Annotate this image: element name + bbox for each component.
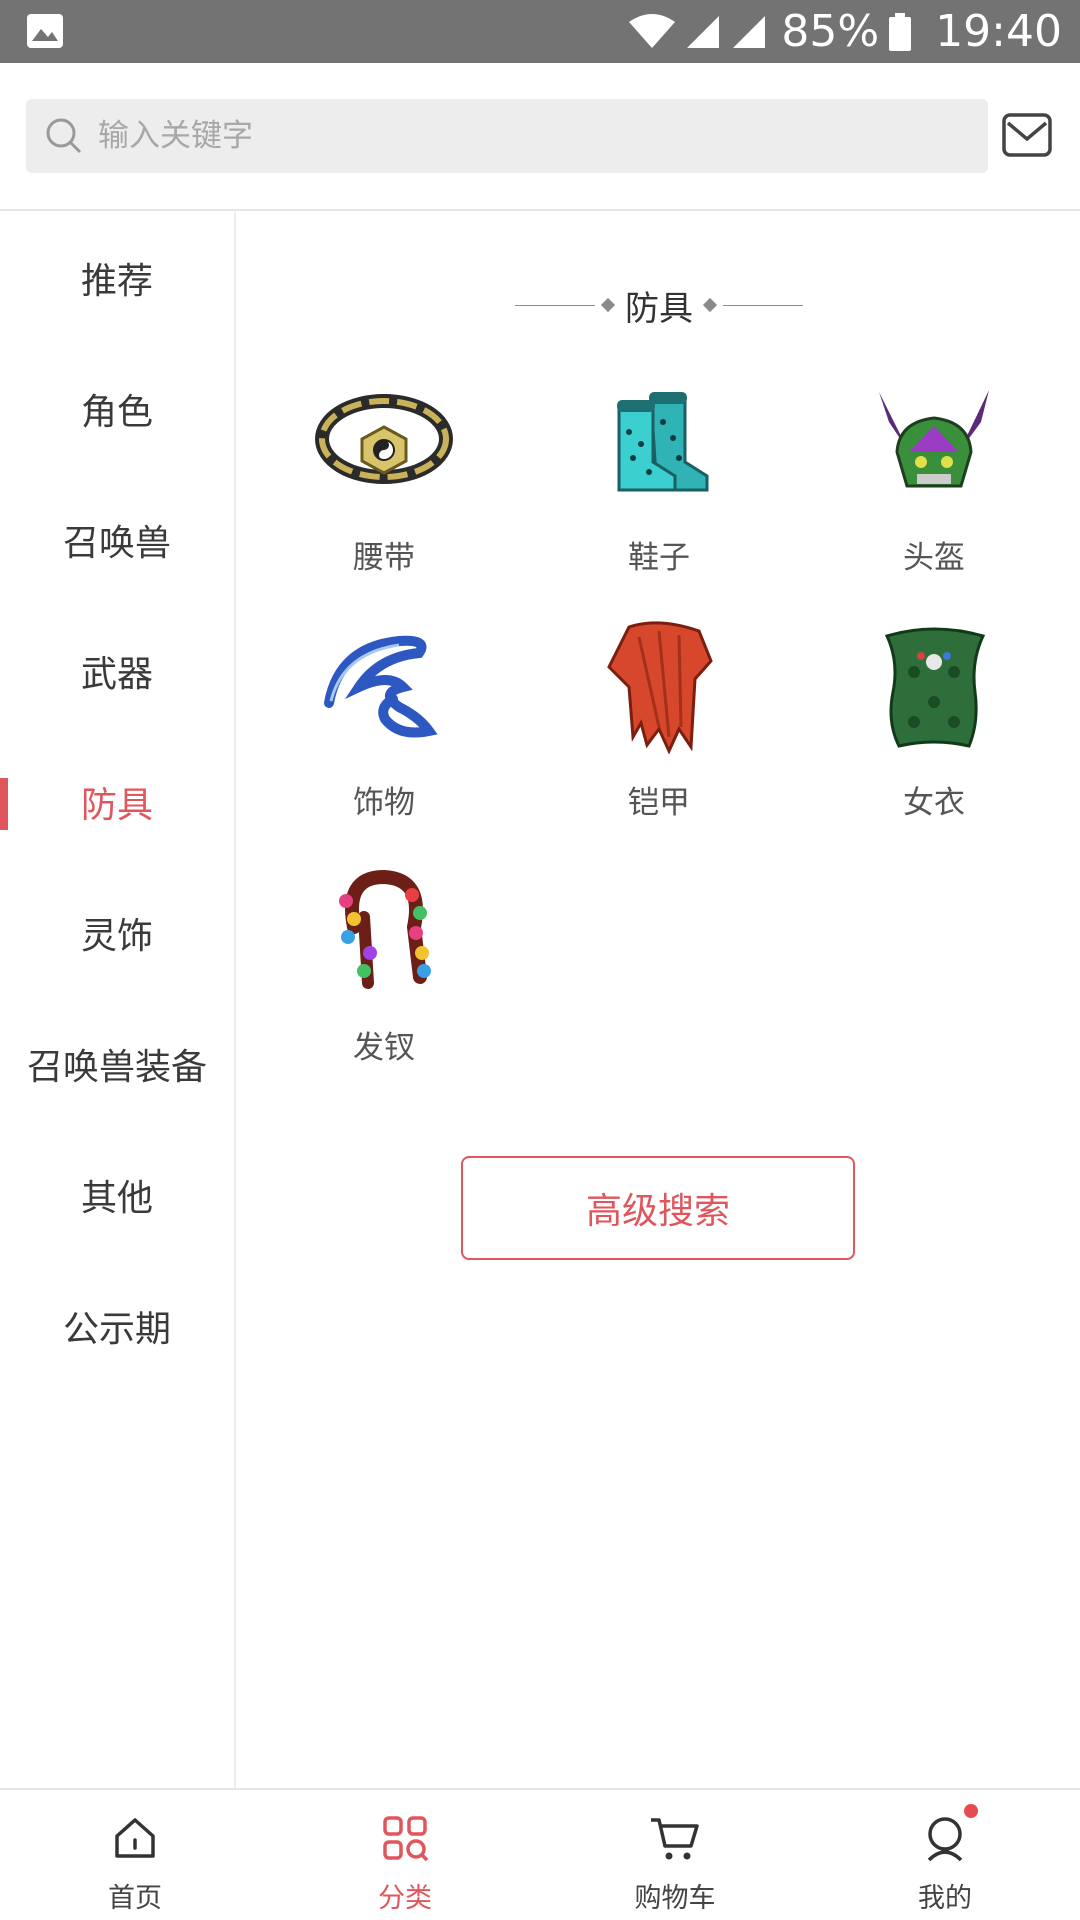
tab-profile[interactable]: 我的	[810, 1790, 1080, 1920]
subcategory-ornament[interactable]: 饰物	[252, 617, 516, 847]
profile-icon	[919, 1812, 971, 1864]
sidebar-item-spirit-ornament[interactable]: 灵饰	[0, 867, 234, 998]
header	[0, 63, 1080, 211]
subcategory-label: 腰带	[353, 540, 415, 576]
tab-category[interactable]: 分类	[270, 1790, 540, 1920]
subcategory-label: 鞋子	[628, 540, 690, 576]
hairpin-icon	[314, 862, 454, 1002]
tab-label: 我的	[918, 1883, 972, 1914]
search-input[interactable]	[98, 118, 958, 154]
subcategory-female-robe[interactable]: 女衣	[802, 617, 1066, 847]
subcategory-armor[interactable]: 铠甲	[527, 617, 791, 847]
signal-icon	[731, 14, 767, 50]
tab-label: 购物车	[634, 1883, 716, 1914]
female-robe-icon	[864, 617, 1004, 757]
subcategory-label: 发钗	[353, 1030, 415, 1066]
tab-home[interactable]: 首页	[0, 1790, 270, 1920]
divider	[723, 304, 803, 306]
subcategory-label: 头盔	[903, 540, 965, 576]
boots-icon	[589, 372, 729, 512]
sidebar-item-character[interactable]: 角色	[0, 343, 234, 474]
section-title: 防具	[238, 282, 1080, 329]
sidebar-item-summon-equipment[interactable]: 召唤兽装备	[0, 998, 234, 1129]
bottom-tab-bar: 首页 分类 购物车 我的	[0, 1788, 1080, 1920]
wifi-icon	[629, 13, 676, 50]
subcategory-label: 铠甲	[628, 785, 690, 821]
battery-percentage: 85%	[781, 6, 880, 57]
status-bar: 85% 19:40	[0, 0, 1080, 63]
search-icon	[44, 116, 84, 156]
sidebar-item-weapon[interactable]: 武器	[0, 605, 234, 736]
search-bar[interactable]	[26, 99, 988, 173]
ornament-icon	[314, 617, 454, 757]
category-sidebar: 推荐 角色 召唤兽 武器 防具 灵饰 召唤兽装备 其他 公示期	[0, 212, 236, 1788]
belt-icon	[314, 372, 454, 512]
battery-icon	[889, 12, 912, 51]
helmet-icon	[864, 372, 1004, 512]
notification-badge	[964, 1804, 978, 1818]
sidebar-item-summon[interactable]: 召唤兽	[0, 474, 234, 605]
subcategory-boots[interactable]: 鞋子	[527, 372, 791, 602]
cart-icon	[649, 1812, 701, 1864]
armor-icon	[589, 617, 729, 757]
tab-cart[interactable]: 购物车	[540, 1790, 810, 1920]
category-icon	[379, 1812, 431, 1864]
home-icon	[109, 1812, 161, 1864]
subcategory-label: 女衣	[903, 785, 965, 821]
subcategory-helmet[interactable]: 头盔	[802, 372, 1066, 602]
section-title-text: 防具	[625, 288, 693, 329]
diamond-ornament	[600, 297, 616, 313]
sidebar-item-public-period[interactable]: 公示期	[0, 1260, 234, 1391]
subcategory-label: 饰物	[353, 785, 415, 821]
category-content: 防具 腰带 鞋子 头盔 饰物 铠甲 女衣 发钗 高级搜索	[238, 212, 1080, 1788]
sidebar-item-recommend[interactable]: 推荐	[0, 212, 234, 343]
signal-icon	[685, 14, 721, 50]
advanced-search-button[interactable]: 高级搜索	[461, 1156, 855, 1260]
clock: 19:40	[935, 6, 1062, 57]
divider	[515, 304, 595, 306]
tab-label: 首页	[108, 1883, 162, 1914]
subcategory-hairpin[interactable]: 发钗	[252, 862, 516, 1092]
diamond-ornament	[702, 297, 718, 313]
sidebar-item-armor[interactable]: 防具	[0, 736, 234, 867]
mail-icon[interactable]	[1002, 113, 1052, 157]
gallery-notification-icon	[26, 13, 64, 49]
subcategory-belt[interactable]: 腰带	[252, 372, 516, 602]
sidebar-item-other[interactable]: 其他	[0, 1129, 234, 1260]
tab-label: 分类	[378, 1883, 432, 1914]
